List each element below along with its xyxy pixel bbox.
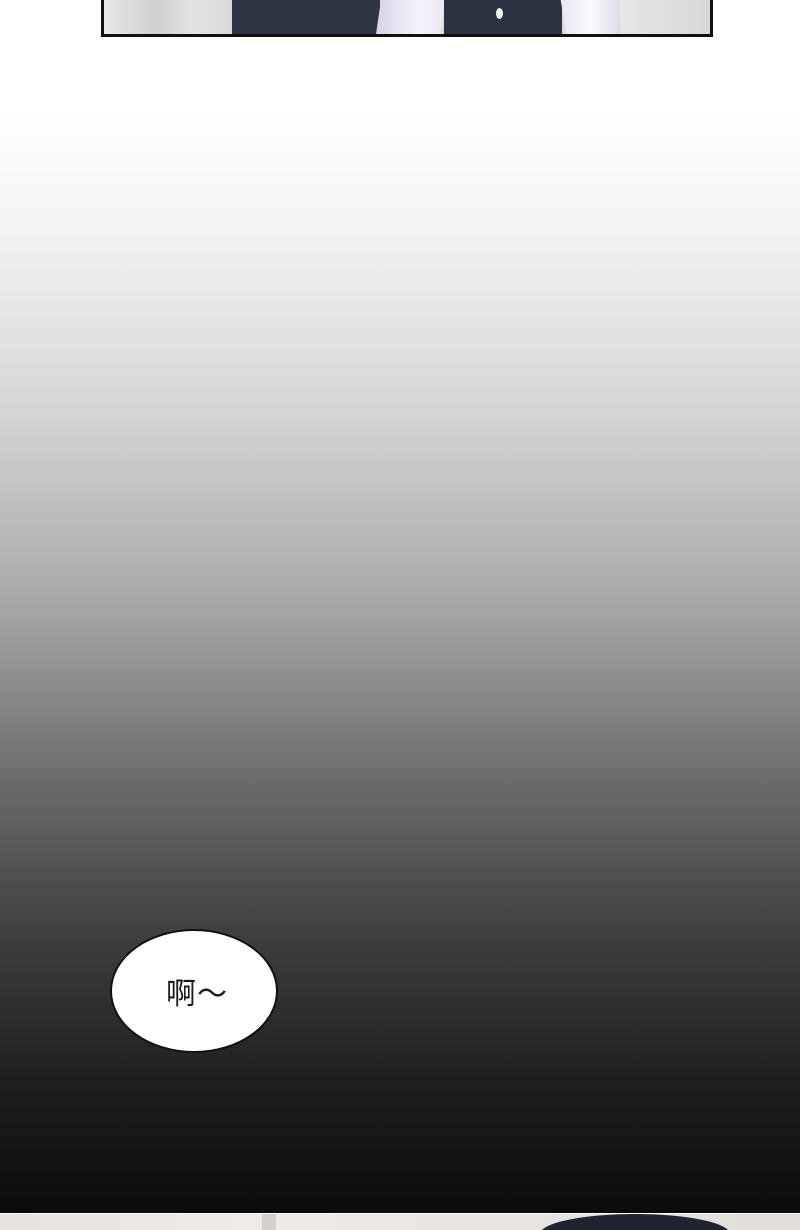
bottom-comic-panel bbox=[0, 1214, 800, 1230]
character-vest bbox=[444, 0, 562, 34]
character-hair bbox=[540, 1214, 730, 1230]
character-shirt bbox=[376, 0, 446, 34]
character-shirt-right bbox=[560, 0, 624, 34]
speech-bubble-text: 啊～ bbox=[166, 977, 228, 1012]
character-jacket bbox=[232, 0, 380, 34]
comic-page: 啊～ bbox=[0, 0, 800, 1230]
panel-background-right bbox=[620, 0, 710, 34]
panel-background bbox=[104, 0, 234, 34]
speech-bubble: 啊～ bbox=[110, 929, 278, 1053]
gradient-transition-panel bbox=[0, 110, 800, 1213]
vest-button bbox=[496, 8, 503, 19]
background-pole bbox=[262, 1214, 276, 1230]
top-comic-panel bbox=[101, 0, 713, 37]
